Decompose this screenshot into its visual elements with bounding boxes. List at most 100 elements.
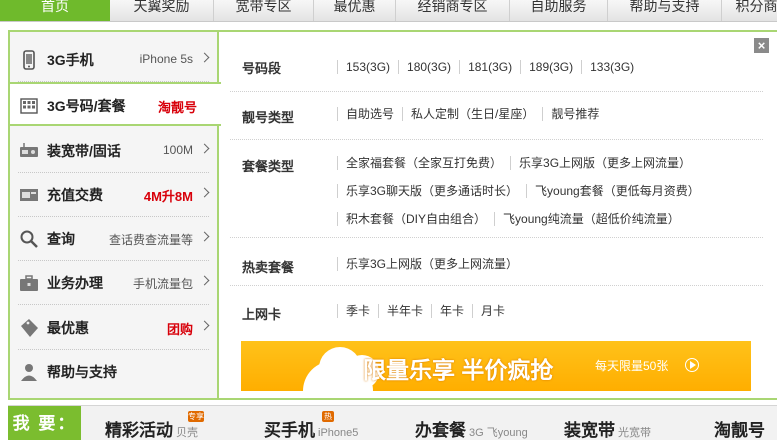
- chevron-right-icon: [199, 231, 210, 242]
- sidebar-item-recharge[interactable]: 充值交费 4M升8M: [10, 173, 217, 217]
- banner-subtitle: 每天限量50张: [595, 359, 669, 373]
- sidebar-item-broadband-landline[interactable]: 装宽带/固话 100M: [10, 129, 217, 173]
- sidebar-item-best-deals[interactable]: 最优惠 团购: [10, 306, 217, 350]
- quick-link-title: 买手机: [264, 421, 315, 440]
- quick-link-pretty-number[interactable]: 淘靓号: [714, 416, 765, 440]
- link-180[interactable]: 180(3G): [398, 60, 459, 74]
- row-pretty-number-type: 靓号类型 自助选号 私人定制（生日/星座） 靓号推荐: [230, 92, 763, 140]
- sale-tag-icon: [21, 319, 38, 337]
- link-feiyoung-data-plan[interactable]: 飞young纯流量（超低价纯流量）: [494, 212, 688, 226]
- tab-help-support[interactable]: 帮助与支持: [608, 0, 722, 21]
- sidebar-item-label: 装宽带/固话: [47, 143, 121, 159]
- tab-tianyi-rewards[interactable]: 天翼奖励: [110, 0, 214, 21]
- row-number-range: 号码段 153(3G) 180(3G) 181(3G) 189(3G) 133(3G): [230, 46, 763, 92]
- sidebar-item-tag[interactable]: 淘靓号: [158, 97, 197, 116]
- tab-self-service[interactable]: 自助服务: [510, 0, 608, 21]
- sidebar-item-tag[interactable]: 查话费查流量等: [109, 231, 193, 248]
- link-133[interactable]: 133(3G): [581, 60, 642, 74]
- quick-link-plans[interactable]: 办套餐 3G 飞young: [415, 416, 528, 440]
- top-nav: 首页 天翼奖励 宽带专区 最优惠 经销商专区 自助服务 帮助与支持 积分商: [0, 0, 777, 22]
- sidebar-item-label: 业务办理: [47, 275, 103, 291]
- tab-dealer-zone[interactable]: 经销商专区: [396, 0, 510, 21]
- promo-banner[interactable]: 限量乐享 半价疯抢 每天限量50张: [241, 341, 751, 391]
- chevron-right-icon: [199, 52, 210, 63]
- link-3g-internet-plan[interactable]: 乐享3G上网版（更多上网流量）: [510, 156, 699, 170]
- link-3g-chat-plan[interactable]: 乐享3G聊天版（更多通话时长）: [337, 184, 526, 198]
- quick-link-title: 办套餐: [415, 421, 466, 440]
- sidebar-item-tag[interactable]: 团购: [167, 319, 193, 338]
- category-sidebar: 3G手机 iPhone 5s 3G号码/套餐 淘靓号 装宽带/固话 100M 充…: [10, 32, 221, 398]
- briefcase-icon: [20, 275, 38, 291]
- card-icon: [20, 189, 38, 201]
- phone-icon: [23, 50, 35, 70]
- tab-best-deals[interactable]: 最优惠: [314, 0, 396, 21]
- sidebar-item-help[interactable]: 帮助与支持: [10, 350, 217, 394]
- link-153[interactable]: 153(3G): [337, 60, 398, 74]
- link-189[interactable]: 189(3G): [520, 60, 581, 74]
- grid-icon: [20, 98, 38, 114]
- row-data-card: 上网卡 季卡 半年卡 年卡 月卡: [230, 286, 763, 328]
- row-label: 热卖套餐: [242, 260, 295, 275]
- magnifier-icon: [20, 230, 38, 248]
- sidebar-item-label: 帮助与支持: [47, 364, 117, 380]
- link-quarter-card[interactable]: 季卡: [337, 304, 378, 318]
- chevron-right-icon: [199, 275, 210, 286]
- badge-exclusive: 专享: [188, 411, 204, 422]
- row-label: 号码段: [242, 61, 282, 76]
- link-recommend[interactable]: 靓号推荐: [542, 107, 607, 121]
- sidebar-item-tag[interactable]: iPhone 5s: [140, 52, 193, 66]
- sidebar-item-label: 查询: [47, 231, 75, 247]
- link-feiyoung-plan[interactable]: 飞young套餐（更低每月资费）: [526, 184, 708, 198]
- banner-title: 限量乐享 半价疯抢: [363, 357, 554, 383]
- sidebar-item-3g-number-plan[interactable]: 3G号码/套餐 淘靓号: [10, 82, 221, 126]
- tab-broadband-zone[interactable]: 宽带专区: [214, 0, 314, 21]
- quick-link-title: 精彩活动: [105, 421, 173, 440]
- link-hot-3g-internet-plan[interactable]: 乐享3G上网版（更多上网流量）: [337, 257, 526, 271]
- tab-home[interactable]: 首页: [0, 0, 110, 21]
- sidebar-item-label: 充值交费: [47, 187, 103, 203]
- dropdown-menu: 3G手机 iPhone 5s 3G号码/套餐 淘靓号 装宽带/固话 100M 充…: [8, 30, 777, 400]
- sidebar-item-tag[interactable]: 100M: [163, 143, 193, 157]
- sidebar-item-3g-phone[interactable]: 3G手机 iPhone 5s: [10, 38, 217, 82]
- quick-link-buy-phone[interactable]: 买手机 iPhone5: [264, 416, 358, 440]
- sidebar-item-label: 3G手机: [47, 52, 94, 68]
- quick-link-title: 淘靓号: [714, 421, 765, 440]
- row-plan-type: 套餐类型 全家福套餐（全家互打免费） 乐享3G上网版（更多上网流量） 乐享3G聊天…: [230, 140, 763, 238]
- tab-points-mall[interactable]: 积分商: [722, 0, 777, 21]
- want-label: 我 要：: [8, 406, 81, 440]
- chevron-right-icon: [199, 187, 210, 198]
- row-label: 上网卡: [242, 307, 282, 322]
- quick-link-activities[interactable]: 精彩活动 贝壳: [105, 416, 198, 440]
- sidebar-item-query[interactable]: 查询 查话费查流量等: [10, 217, 217, 261]
- row-label: 靓号类型: [242, 110, 295, 125]
- link-building-block-plan[interactable]: 积木套餐（DIY自由组合）: [337, 212, 494, 226]
- chevron-right-icon: [199, 320, 210, 331]
- quick-link-sub: iPhone5: [318, 427, 359, 439]
- link-custom[interactable]: 私人定制（生日/星座）: [402, 107, 542, 121]
- link-self-select[interactable]: 自助选号: [337, 107, 402, 121]
- sidebar-item-label: 最优惠: [47, 320, 89, 336]
- quick-link-sub: 贝壳: [176, 427, 198, 439]
- row-hot-plans: 热卖套餐 乐享3G上网版（更多上网流量）: [230, 238, 763, 286]
- link-month-card[interactable]: 月卡: [472, 304, 513, 318]
- sidebar-item-tag[interactable]: 4M升8M: [144, 186, 193, 205]
- broadband-icon: [20, 143, 38, 157]
- quick-link-broadband[interactable]: 装宽带 光宽带: [564, 416, 651, 440]
- play-arrow-icon[interactable]: [685, 358, 699, 372]
- sidebar-item-tag[interactable]: 手机流量包: [133, 275, 193, 292]
- link-year-card[interactable]: 年卡: [431, 304, 472, 318]
- submenu-panel: × 号码段 153(3G) 180(3G) 181(3G) 189(3G) 133(3G…: [219, 32, 777, 398]
- link-family-plan[interactable]: 全家福套餐（全家互打免费）: [337, 156, 510, 170]
- quick-link-title: 装宽带: [564, 421, 615, 440]
- badge-hot: 热: [322, 411, 334, 422]
- link-half-year-card[interactable]: 半年卡: [378, 304, 431, 318]
- chevron-right-icon: [199, 143, 210, 154]
- sidebar-item-label: 3G号码/套餐: [47, 98, 126, 114]
- quick-links-bar: 我 要： 精彩活动 贝壳 专享 买手机 iPhone5 热 办套餐 3G 飞young…: [8, 405, 777, 440]
- sidebar-item-business[interactable]: 业务办理 手机流量包: [10, 261, 217, 305]
- divider: [18, 304, 209, 305]
- quick-link-sub: 光宽带: [618, 427, 651, 439]
- link-181[interactable]: 181(3G): [459, 60, 520, 74]
- person-icon: [21, 364, 37, 381]
- quick-link-sub: 3G 飞young: [469, 427, 528, 439]
